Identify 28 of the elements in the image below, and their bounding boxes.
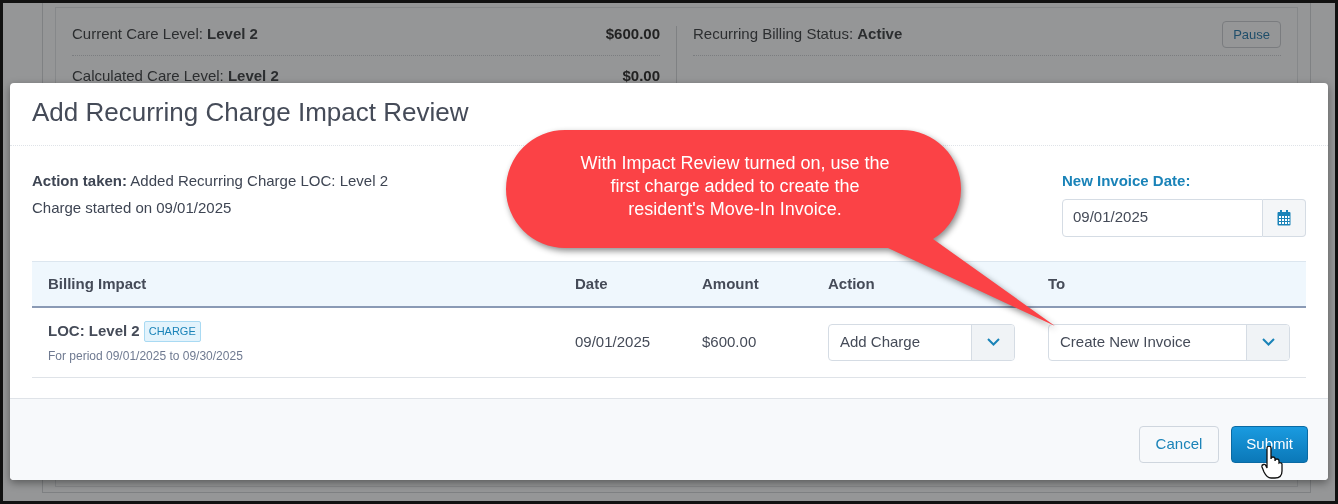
modal-title: Add Recurring Charge Impact Review <box>32 97 470 129</box>
action-dropdown[interactable]: Add Charge <box>828 323 1015 361</box>
charge-name: LOC: Level 2 <box>48 321 140 341</box>
action-taken-text: Action taken: Added Recurring Charge LOC: Level 2 <box>32 171 388 191</box>
care-level-text: Calculated Care Level: Level 2 <box>72 66 279 87</box>
column-header: Amount <box>686 261 812 307</box>
table-cell: $600.00 <box>686 307 812 377</box>
care-level-text: Current Care Level: Level 2 <box>72 24 258 45</box>
amount-text: $0.00 <box>622 66 660 87</box>
amount-text: $600.00 <box>605 24 660 45</box>
invoice-dropdown[interactable]: Create New Invoice <box>1048 323 1290 361</box>
column-header: Date <box>559 261 686 307</box>
calendar-button[interactable] <box>1263 198 1306 237</box>
column-header: Billing Impact <box>32 261 559 307</box>
cancel-button[interactable]: Cancel <box>1138 426 1220 463</box>
chevron-down-icon <box>986 338 1000 347</box>
submit-button[interactable]: Submit <box>1231 426 1308 463</box>
calendar-icon <box>1277 209 1291 226</box>
callout-text: With Impact Review turned on, use the first charge added to create the resident's Move-In Invoice. <box>579 152 891 221</box>
date-field[interactable]: 09/01/2025 <box>1062 198 1263 237</box>
invoice-date-label: New Invoice Date: <box>1062 171 1192 191</box>
charge-started-text: Charge started on 09/01/2025 <box>32 197 233 218</box>
billing-status-text: Recurring Billing Status: Active <box>693 24 903 45</box>
period-text: For period 09/01/2025 to 09/30/2025 <box>48 347 244 365</box>
chevron-down-icon <box>1261 338 1275 347</box>
charge-tag: CHARGE <box>143 321 201 342</box>
table-cell: 09/01/2025 <box>559 307 686 377</box>
column-header: To <box>1032 261 1306 307</box>
